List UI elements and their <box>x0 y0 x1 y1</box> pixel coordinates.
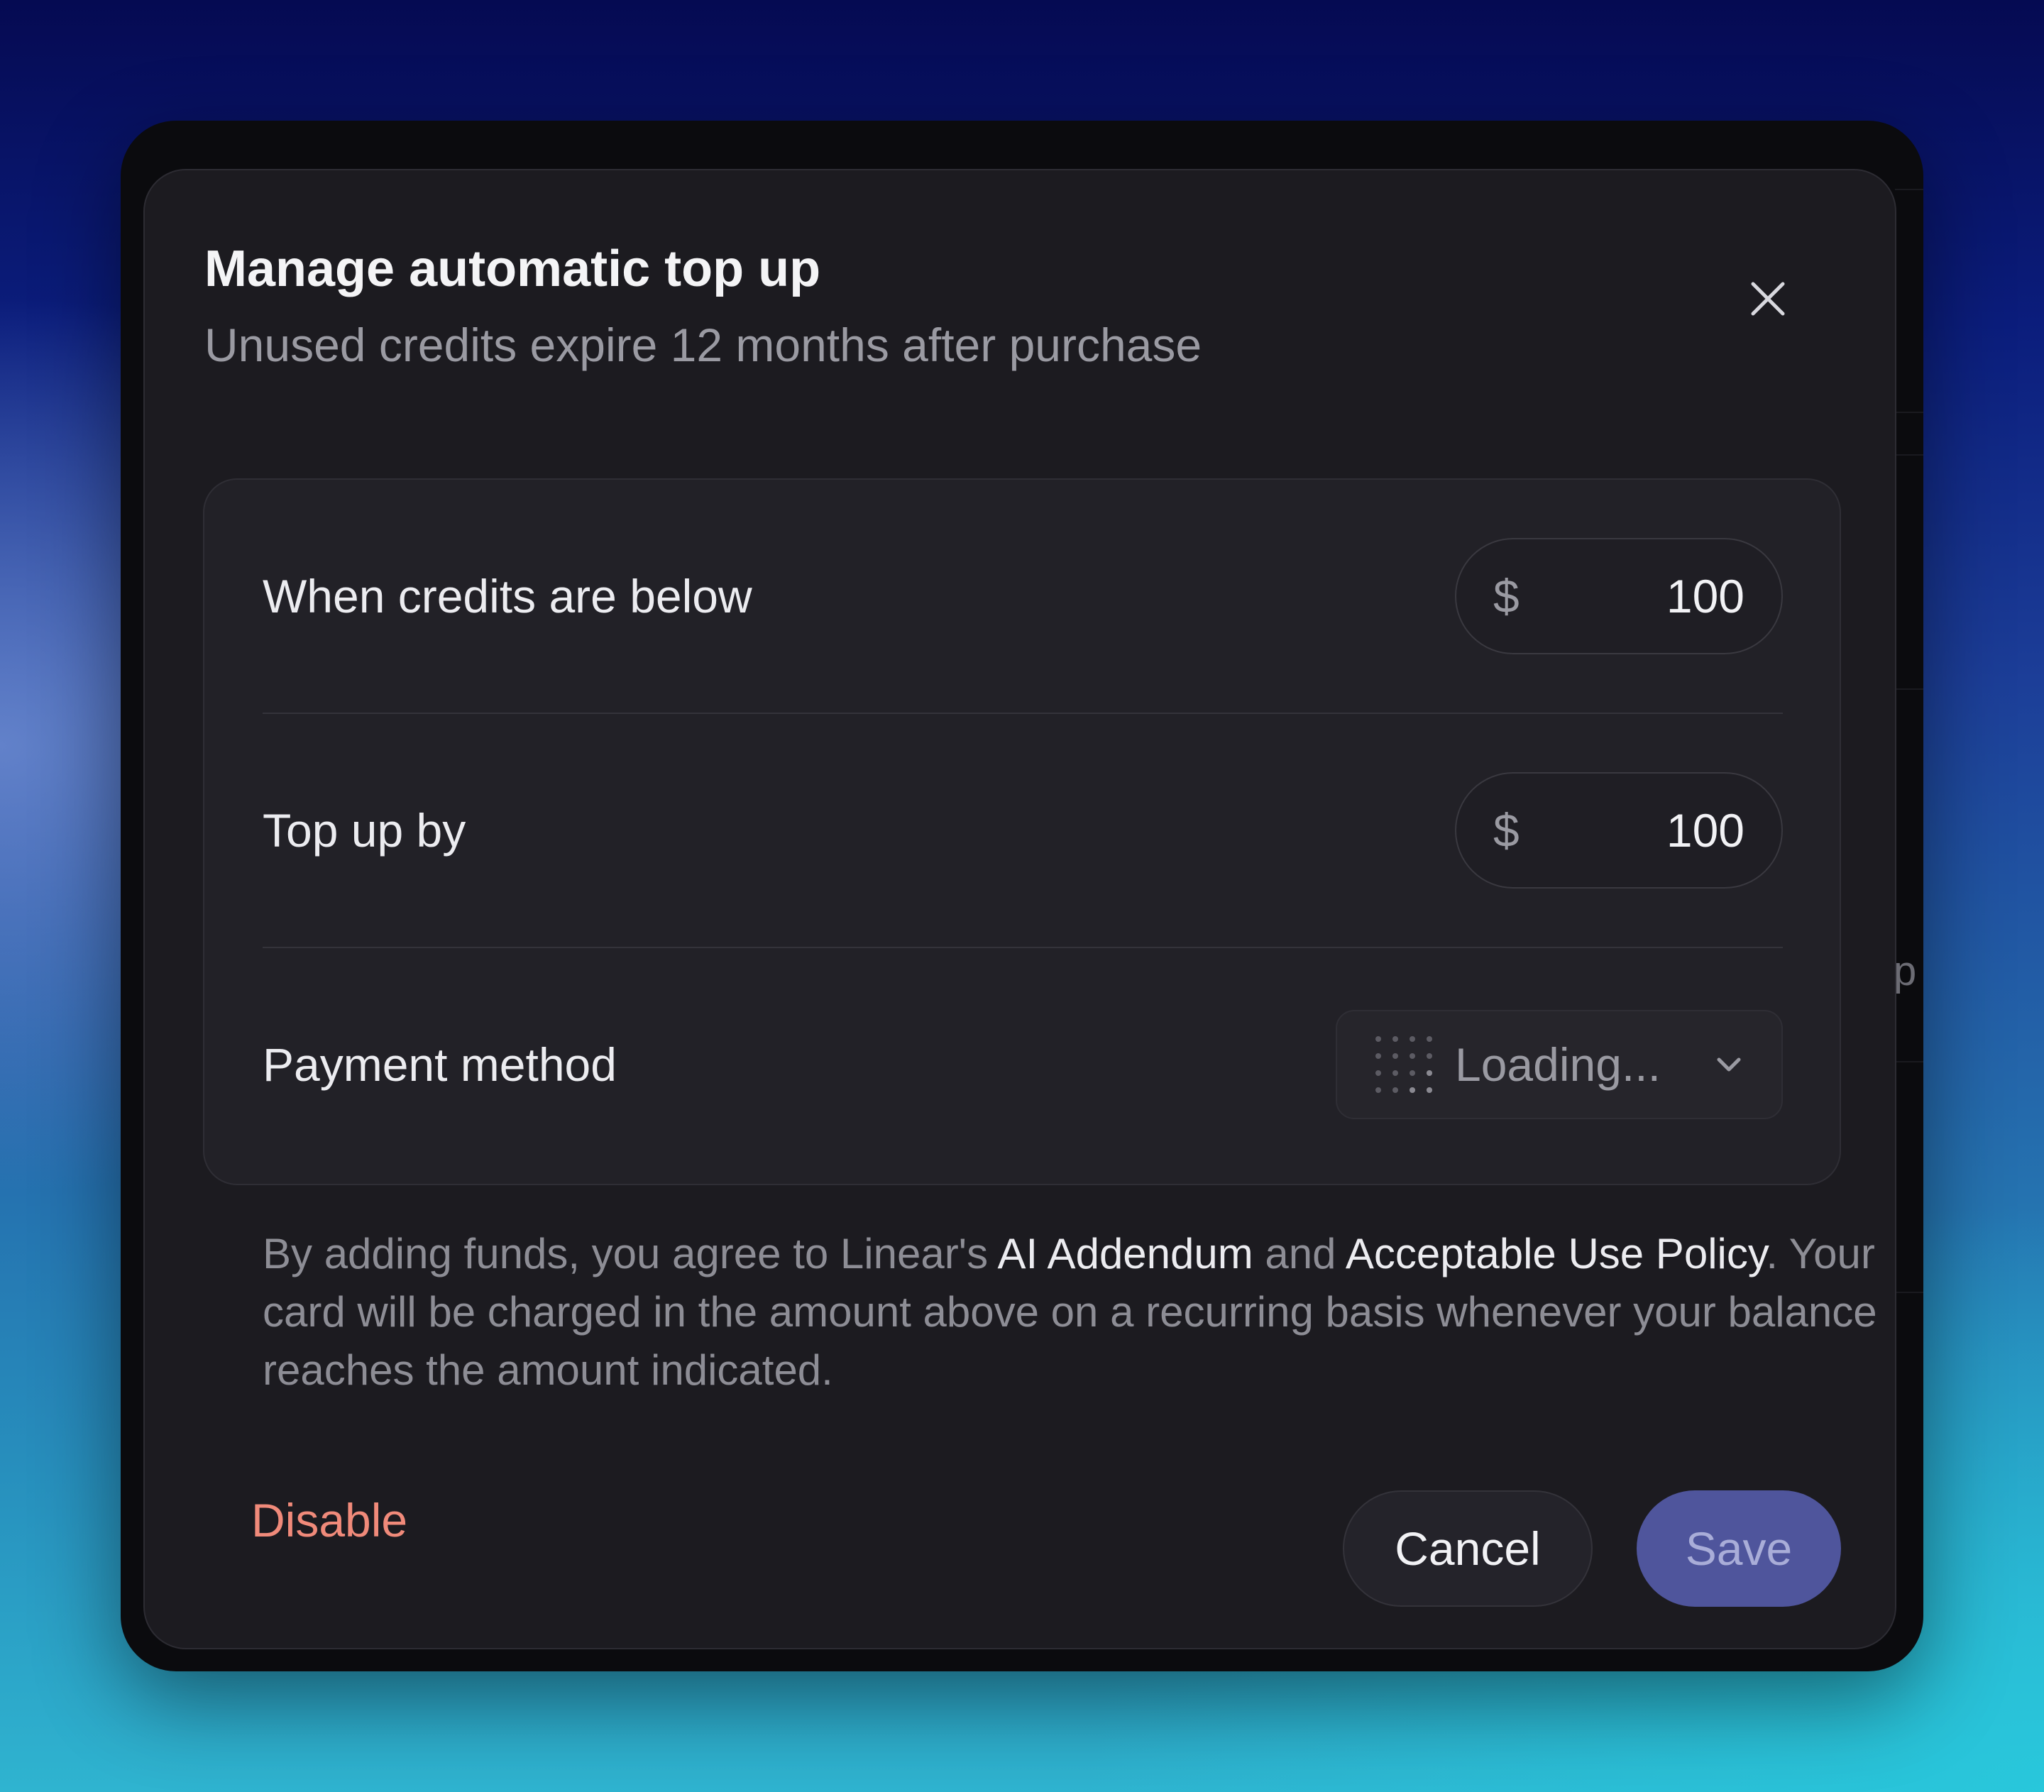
topup-row: Top up by $ 100 <box>263 714 1783 947</box>
threshold-amount-input[interactable]: $ 100 <box>1455 538 1783 654</box>
background-divider <box>1895 688 1923 690</box>
background-divider <box>1895 412 1923 413</box>
threshold-label: When credits are below <box>263 570 752 622</box>
cancel-button[interactable]: Cancel <box>1343 1490 1593 1607</box>
topup-amount-value: 100 <box>1666 804 1744 857</box>
background-divider <box>1895 1061 1923 1062</box>
ai-addendum-link[interactable]: AI Addendum <box>998 1230 1253 1277</box>
payment-method-value: Loading... <box>1455 1038 1661 1091</box>
topup-label: Top up by <box>263 804 466 857</box>
top-up-settings-card: When credits are below $ 100 Top up by $… <box>203 478 1841 1185</box>
legal-notice: By adding funds, you agree to Linear's A… <box>263 1225 1895 1400</box>
currency-symbol: $ <box>1493 570 1520 622</box>
loading-dots-icon <box>1375 1036 1432 1093</box>
dialog-title: Manage automatic top up <box>204 241 821 297</box>
payment-row: Payment method Loading... <box>263 948 1783 1181</box>
legal-text-prefix: By adding funds, you agree to Linear's <box>263 1230 998 1277</box>
close-icon <box>1751 282 1785 316</box>
topup-amount-input[interactable]: $ 100 <box>1455 772 1783 889</box>
threshold-row: When credits are below $ 100 <box>263 480 1783 713</box>
background-divider <box>1895 1292 1923 1293</box>
chevron-down-icon <box>1717 1057 1741 1072</box>
payment-method-label: Payment method <box>263 1038 617 1091</box>
threshold-amount-value: 100 <box>1666 570 1744 622</box>
close-button[interactable] <box>1739 270 1797 328</box>
acceptable-use-policy-link[interactable]: Acceptable Use Policy <box>1346 1230 1766 1277</box>
disable-button[interactable]: Disable <box>251 1493 407 1547</box>
background-divider <box>1895 454 1923 456</box>
dialog-subtitle: Unused credits expire 12 months after pu… <box>204 319 1202 371</box>
save-button[interactable]: Save <box>1637 1490 1841 1607</box>
payment-method-select[interactable]: Loading... <box>1336 1010 1783 1119</box>
background-divider <box>1895 189 1923 190</box>
legal-text-middle: and <box>1253 1230 1346 1277</box>
top-up-dialog: Manage automatic top up Unused credits e… <box>143 169 1896 1649</box>
background-partial-text: p <box>1894 948 1917 994</box>
currency-symbol: $ <box>1493 804 1520 857</box>
